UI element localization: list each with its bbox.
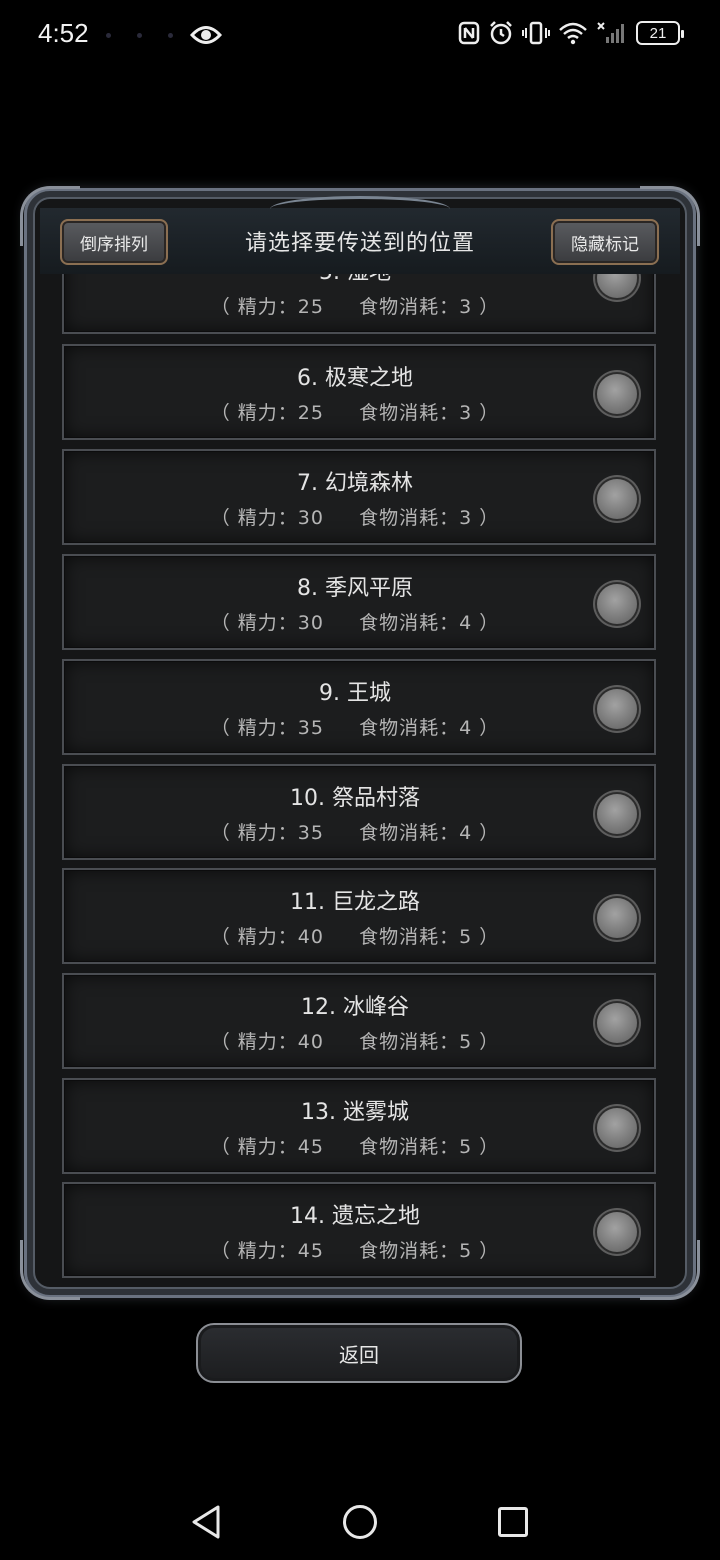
reverse-order-button[interactable]: 倒序排列: [60, 219, 168, 265]
location-item[interactable]: 14. 遗忘之地 （ 精力：45 食物消耗：5 ）: [62, 1182, 656, 1278]
location-list[interactable]: 5. 湿地 （ 精力：25 食物消耗：3 ） 6. 极寒之地 （ 精力：25 食…: [62, 274, 658, 1280]
location-cost: （ 精力：35 食物消耗：4 ）: [210, 822, 500, 844]
nfc-icon: [458, 21, 480, 45]
status-bar: 4:52 21: [0, 0, 720, 72]
location-radio[interactable]: [597, 1212, 637, 1252]
back-button[interactable]: 返回: [196, 1323, 522, 1383]
location-name: 14. 遗忘之地: [290, 1204, 420, 1229]
location-cost: （ 精力：35 食物消耗：4 ）: [210, 717, 500, 739]
location-cost: （ 精力：25 食物消耗：3 ）: [210, 296, 500, 318]
location-item[interactable]: 10. 祭品村落 （ 精力：35 食物消耗：4 ）: [62, 764, 656, 860]
location-radio[interactable]: [597, 479, 637, 519]
hide-marks-button[interactable]: 隐藏标记: [551, 219, 659, 265]
title-ornament: [270, 196, 450, 222]
location-name: 10. 祭品村落: [290, 786, 420, 811]
location-cost: （ 精力：25 食物消耗：3 ）: [210, 402, 500, 424]
nav-home-icon[interactable]: [343, 1505, 377, 1539]
location-radio[interactable]: [597, 584, 637, 624]
location-item[interactable]: 11. 巨龙之路 （ 精力：40 食物消耗：5 ）: [62, 868, 656, 964]
location-name: 13. 迷雾城: [301, 1100, 409, 1125]
location-item[interactable]: 9. 王城 （ 精力：35 食物消耗：4 ）: [62, 659, 656, 755]
location-radio[interactable]: [597, 374, 637, 414]
navigation-bar: [0, 1478, 720, 1560]
location-cost: （ 精力：45 食物消耗：5 ）: [210, 1136, 500, 1158]
location-cost: （ 精力：45 食物消耗：5 ）: [210, 1240, 500, 1262]
location-item[interactable]: 6. 极寒之地 （ 精力：25 食物消耗：3 ）: [62, 344, 656, 440]
notification-dots: [106, 33, 173, 38]
battery-icon: 21: [636, 21, 684, 45]
location-cost: （ 精力：40 食物消耗：5 ）: [210, 1031, 500, 1053]
location-radio[interactable]: [597, 689, 637, 729]
location-cost: （ 精力：40 食物消耗：5 ）: [210, 926, 500, 948]
location-name: 6. 极寒之地: [297, 366, 413, 391]
location-radio[interactable]: [597, 1003, 637, 1043]
status-time: 4:52: [38, 18, 89, 48]
location-name: 12. 冰峰谷: [301, 995, 409, 1020]
nav-recents-icon[interactable]: [498, 1507, 528, 1537]
eye-icon: [190, 26, 222, 44]
location-cost: （ 精力：30 食物消耗：3 ）: [210, 507, 500, 529]
cellular-signal-icon: [597, 22, 624, 43]
vibrate-icon: [522, 21, 550, 45]
wifi-icon: [559, 22, 587, 45]
location-name: 9. 王城: [319, 681, 391, 706]
location-name: 8. 季风平原: [297, 576, 413, 601]
location-name: 11. 巨龙之路: [290, 890, 420, 915]
location-item[interactable]: 7. 幻境森林 （ 精力：30 食物消耗：3 ）: [62, 449, 656, 545]
location-radio[interactable]: [597, 794, 637, 834]
nav-back-icon[interactable]: [190, 1504, 222, 1540]
system-icons: 21: [458, 20, 684, 46]
location-item[interactable]: 5. 湿地 （ 精力：25 食物消耗：3 ）: [62, 274, 656, 334]
alarm-icon: [490, 21, 512, 45]
location-item[interactable]: 8. 季风平原 （ 精力：30 食物消耗：4 ）: [62, 554, 656, 650]
location-radio[interactable]: [597, 898, 637, 938]
location-radio[interactable]: [597, 1108, 637, 1148]
location-cost: （ 精力：30 食物消耗：4 ）: [210, 612, 500, 634]
location-item[interactable]: 13. 迷雾城 （ 精力：45 食物消耗：5 ）: [62, 1078, 656, 1174]
location-name: 5. 湿地: [64, 274, 646, 286]
location-item[interactable]: 12. 冰峰谷 （ 精力：40 食物消耗：5 ）: [62, 973, 656, 1069]
location-name: 7. 幻境森林: [297, 471, 413, 496]
